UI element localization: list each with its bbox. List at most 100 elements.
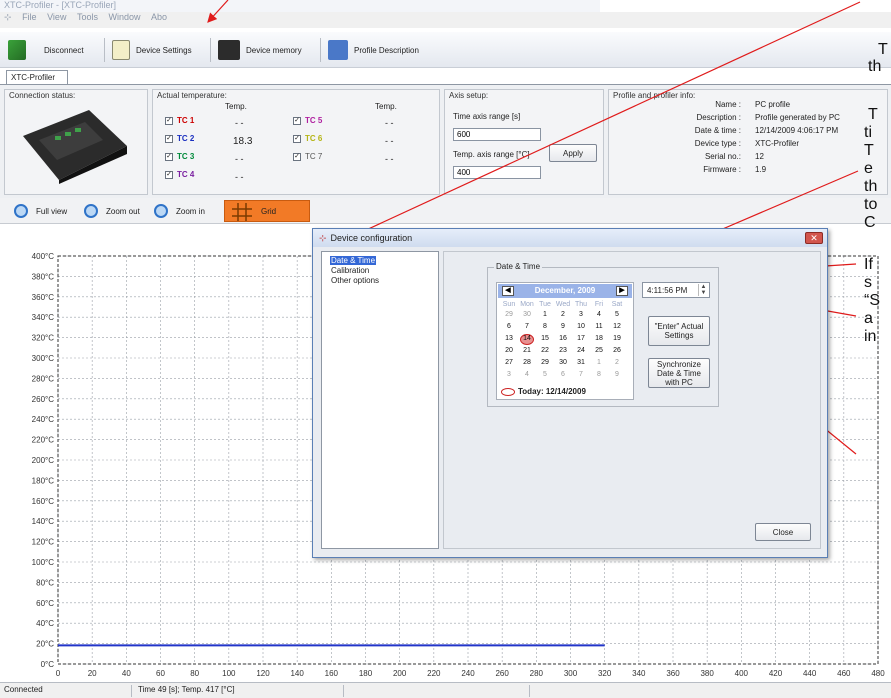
calendar-day[interactable]: 3 bbox=[501, 371, 517, 378]
calendar-day[interactable]: 1 bbox=[591, 359, 607, 366]
close-button[interactable]: Close bbox=[755, 523, 811, 541]
y-tick-label: 280°C bbox=[32, 374, 55, 383]
nav-calibration[interactable]: Calibration bbox=[330, 266, 370, 275]
calendar-day[interactable]: 6 bbox=[555, 371, 571, 378]
tc6-checkbox[interactable]: ✓ TC 6 bbox=[293, 134, 322, 143]
y-tick-label: 380°C bbox=[32, 272, 55, 281]
calendar-day[interactable]: 6 bbox=[501, 323, 517, 330]
menu-about[interactable]: Abo bbox=[151, 12, 167, 22]
calendar-day[interactable]: 29 bbox=[501, 311, 517, 318]
calendar-day[interactable]: 17 bbox=[573, 335, 589, 342]
apply-button[interactable]: Apply bbox=[549, 144, 597, 162]
calendar-day[interactable]: 21 bbox=[519, 347, 535, 354]
tc7-checkbox[interactable]: ✓ TC 7 bbox=[293, 152, 322, 161]
disconnect-button[interactable]: Disconnect bbox=[8, 38, 84, 62]
calendar-day[interactable]: 12 bbox=[609, 323, 625, 330]
connection-status-group: Connection status: bbox=[4, 89, 148, 195]
calendar-day[interactable]: 11 bbox=[591, 323, 607, 330]
tc3-checkbox[interactable]: ✓ TC 3 bbox=[165, 152, 194, 161]
time-spinner-icon[interactable]: ▲ ▼ bbox=[698, 284, 708, 296]
dialog-titlebar[interactable]: ⊹ Device configuration ✕ bbox=[313, 229, 827, 247]
calendar-day[interactable]: 28 bbox=[519, 359, 535, 366]
enter-actual-settings-button[interactable]: "Enter" Actual Settings bbox=[648, 316, 710, 346]
calendar-day[interactable]: 10 bbox=[573, 323, 589, 330]
calendar-day[interactable]: 30 bbox=[555, 359, 571, 366]
calendar-day[interactable]: 2 bbox=[555, 311, 571, 318]
calendar-day[interactable]: 4 bbox=[591, 311, 607, 318]
calendar-day[interactable]: 25 bbox=[591, 347, 607, 354]
grid-label: Grid bbox=[261, 207, 277, 216]
tc7-value: - - bbox=[385, 154, 394, 164]
calendar-day[interactable]: 26 bbox=[609, 347, 625, 354]
tc2-checkbox[interactable]: ✓ TC 2 bbox=[165, 134, 194, 143]
calendar-day[interactable]: 29 bbox=[537, 359, 553, 366]
calendar-day[interactable]: 15 bbox=[537, 335, 553, 342]
full-view-button[interactable]: Full view bbox=[14, 202, 67, 220]
calendar-day[interactable]: 30 bbox=[519, 311, 535, 318]
temp-axis-label: Temp. axis range [°C] bbox=[453, 150, 530, 159]
x-tick-label: 80 bbox=[190, 669, 199, 678]
calendar-day[interactable]: 19 bbox=[609, 335, 625, 342]
calendar[interactable]: ◀ December, 2009 ▶ Sun Mon Tue Wed Thu Fri Sat… bbox=[496, 282, 634, 400]
grid-button[interactable]: Grid bbox=[224, 200, 310, 222]
time-picker[interactable]: 4:11:56 PM ▲ ▼ bbox=[642, 282, 710, 298]
zoom-in-label: Zoom in bbox=[176, 206, 205, 216]
calendar-day[interactable]: 9 bbox=[609, 371, 625, 378]
calendar-day[interactable]: 18 bbox=[591, 335, 607, 342]
calendar-day[interactable]: 16 bbox=[555, 335, 571, 342]
prev-month-icon[interactable]: ◀ bbox=[502, 286, 514, 296]
zoom-in-button[interactable]: Zoom in bbox=[154, 202, 205, 220]
tc2-value: 18.3 bbox=[233, 136, 253, 147]
tc1-checkbox[interactable]: ✓ TC 1 bbox=[165, 116, 194, 125]
y-tick-label: 0°C bbox=[41, 660, 55, 669]
time-axis-input[interactable] bbox=[453, 128, 541, 141]
calendar-today[interactable]: Today: 12/14/2009 bbox=[501, 387, 586, 396]
calendar-day[interactable]: 14 bbox=[519, 335, 535, 342]
temp-axis-input[interactable] bbox=[453, 166, 541, 179]
x-tick-label: 220 bbox=[427, 669, 441, 678]
next-month-icon[interactable]: ▶ bbox=[616, 286, 628, 296]
tc5-checkbox[interactable]: ✓ TC 5 bbox=[293, 116, 322, 125]
calendar-day[interactable]: 5 bbox=[537, 371, 553, 378]
menu-file[interactable]: File bbox=[22, 12, 37, 22]
calendar-month: December, 2009 bbox=[534, 286, 596, 295]
y-tick-label: 20°C bbox=[36, 640, 54, 649]
cursor-readout: Time 49 [s]; Temp. 417 [°C] bbox=[134, 685, 344, 697]
profile-description-button[interactable]: Profile Description bbox=[328, 38, 419, 62]
device-settings-button[interactable]: Device Settings bbox=[112, 38, 192, 62]
calendar-day[interactable]: 2 bbox=[609, 359, 625, 366]
y-tick-label: 200°C bbox=[32, 456, 55, 465]
calendar-day[interactable]: 20 bbox=[501, 347, 517, 354]
calendar-day[interactable]: 7 bbox=[573, 371, 589, 378]
calendar-day-name: Wed bbox=[555, 301, 571, 308]
app-icon: ⊹ bbox=[4, 12, 12, 22]
calendar-day[interactable]: 23 bbox=[555, 347, 571, 354]
calendar-day[interactable]: 27 bbox=[501, 359, 517, 366]
device-memory-button[interactable]: Device memory bbox=[218, 38, 302, 62]
calendar-day[interactable]: 7 bbox=[519, 323, 535, 330]
calendar-day[interactable]: 1 bbox=[537, 311, 553, 318]
calendar-day[interactable]: 4 bbox=[519, 371, 535, 378]
synchronize-date-time-button[interactable]: Synchronize Date & Time with PC bbox=[648, 358, 710, 388]
dialog-close-icon[interactable]: ✕ bbox=[805, 232, 823, 244]
calendar-day[interactable]: 8 bbox=[537, 323, 553, 330]
x-tick-label: 160 bbox=[325, 669, 339, 678]
temp-col-header-left: Temp. bbox=[225, 102, 247, 111]
tab-xtc-profiler[interactable]: XTC-Profiler bbox=[6, 70, 68, 84]
calendar-day[interactable]: 8 bbox=[591, 371, 607, 378]
tc4-checkbox[interactable]: ✓ TC 4 bbox=[165, 170, 194, 179]
calendar-day[interactable]: 5 bbox=[609, 311, 625, 318]
zoom-out-button[interactable]: Zoom out bbox=[84, 202, 140, 220]
calendar-day[interactable]: 9 bbox=[555, 323, 571, 330]
calendar-day[interactable]: 22 bbox=[537, 347, 553, 354]
calendar-day[interactable]: 31 bbox=[573, 359, 589, 366]
nav-other-options[interactable]: Other options bbox=[330, 276, 380, 285]
menu-window[interactable]: Window bbox=[109, 12, 141, 22]
calendar-day[interactable]: 13 bbox=[501, 335, 517, 342]
menu-tools[interactable]: Tools bbox=[77, 12, 98, 22]
calendar-day[interactable]: 24 bbox=[573, 347, 589, 354]
menu-view[interactable]: View bbox=[47, 12, 66, 22]
calendar-day[interactable]: 3 bbox=[573, 311, 589, 318]
nav-date-time[interactable]: Date & Time bbox=[330, 256, 377, 265]
annotation-text: ti bbox=[864, 124, 872, 141]
